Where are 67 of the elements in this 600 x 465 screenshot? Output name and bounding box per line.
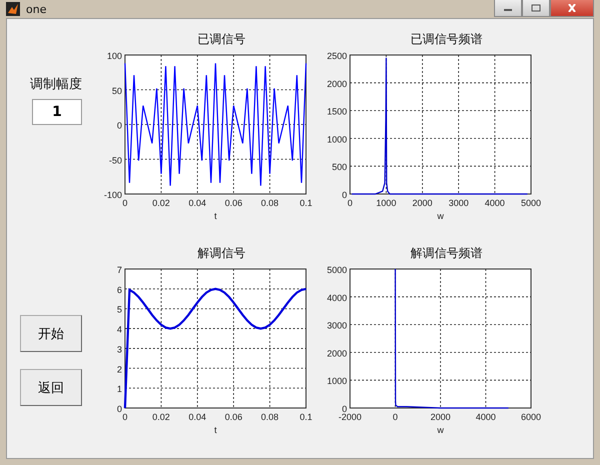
close-button[interactable] xyxy=(550,0,594,17)
tick-label: 2 xyxy=(116,364,122,374)
tick-label: -2000 xyxy=(338,412,362,422)
tick-label: 5 xyxy=(116,304,122,314)
tick-label: 1000 xyxy=(376,198,396,208)
push-button[interactable]: 开始 xyxy=(20,315,82,352)
tick-label: 50 xyxy=(112,86,122,96)
tick-label: 0 xyxy=(392,412,398,422)
tick-label: 5000 xyxy=(520,198,542,208)
axis-label: t xyxy=(214,211,217,221)
axis-label: w xyxy=(437,424,444,434)
tick-label: 0.1 xyxy=(300,412,312,422)
chart-title: 解调信号 xyxy=(198,244,246,260)
tick-label: 2000 xyxy=(430,412,451,422)
tick-label: 7 xyxy=(116,264,122,274)
maximize-button[interactable] xyxy=(522,0,550,17)
minimize-button[interactable] xyxy=(494,0,522,17)
tick-label: 3 xyxy=(116,344,122,354)
tick-label: -50 xyxy=(108,155,122,166)
app-icon xyxy=(6,2,20,16)
tick-label: 0.02 xyxy=(152,412,170,422)
tick-label: 3000 xyxy=(326,320,347,330)
tick-label: 4000 xyxy=(484,198,505,208)
tick-label: 4000 xyxy=(326,292,347,302)
tick-label: 0.02 xyxy=(152,198,170,208)
tick-label: 1000 xyxy=(326,134,347,144)
maximize-icon xyxy=(531,4,541,12)
tick-label: 0.08 xyxy=(261,412,279,422)
tick-label: 2000 xyxy=(326,78,347,89)
amplitude-field[interactable]: 1 xyxy=(32,99,82,125)
window-title: one xyxy=(26,2,46,16)
tick-label: 3000 xyxy=(448,198,469,208)
tick-label: 0.04 xyxy=(188,412,206,422)
tick-label: 0 xyxy=(342,404,347,414)
chart-title: 解调信号频谱 xyxy=(410,244,482,260)
tick-label: 0 xyxy=(348,198,352,208)
tick-label: 2000 xyxy=(412,198,432,208)
chart-title: 已调信号频谱 xyxy=(410,31,482,47)
tick-label: 0.06 xyxy=(224,198,242,208)
tick-label: 500 xyxy=(332,162,347,172)
chart-title: 已调信号 xyxy=(198,31,246,47)
axis-label: w xyxy=(437,211,444,221)
tick-label: 6000 xyxy=(520,412,542,422)
amplitude-label: 调制幅度 xyxy=(30,76,82,93)
tick-label: -100 xyxy=(104,190,122,200)
close-icon xyxy=(567,4,577,12)
tick-label: 0.08 xyxy=(261,198,279,208)
push-button[interactable]: 返回 xyxy=(20,369,82,406)
tick-label: 0 xyxy=(116,120,122,130)
tick-label: 2500 xyxy=(326,51,347,61)
tick-label: 6 xyxy=(116,284,122,294)
tick-label: 2000 xyxy=(326,348,347,358)
tick-label: 4 xyxy=(116,324,122,334)
tick-label: 5000 xyxy=(326,264,347,274)
tick-label: 0.04 xyxy=(188,198,206,208)
tick-label: 1500 xyxy=(326,106,347,117)
tick-label: 0 xyxy=(342,190,347,200)
axis-label: t xyxy=(214,424,217,434)
tick-label: 100 xyxy=(106,51,122,61)
tick-label: 1000 xyxy=(326,376,347,386)
tick-label: 4000 xyxy=(476,412,496,422)
tick-label: 0 xyxy=(116,404,122,414)
tick-label: 0 xyxy=(122,412,128,422)
tick-label: 1 xyxy=(116,384,122,394)
tick-label: 0 xyxy=(122,198,128,208)
tick-label: 0.06 xyxy=(224,412,242,422)
tick-label: 0.1 xyxy=(300,198,312,208)
